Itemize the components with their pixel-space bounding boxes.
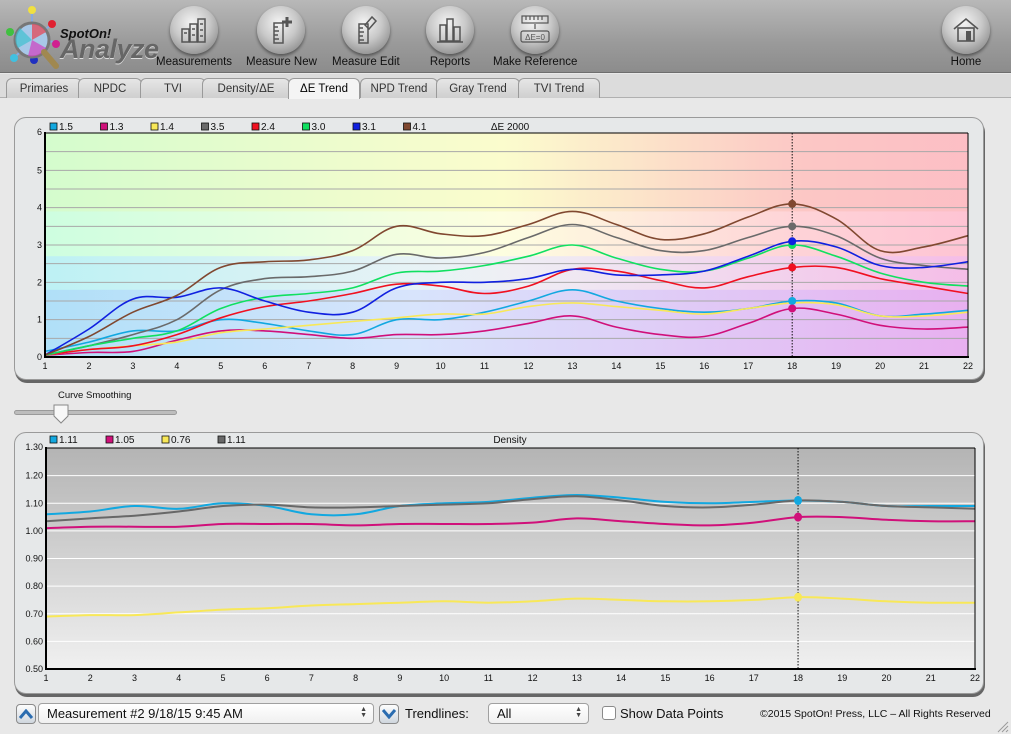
chevron-up-icon: [19, 709, 33, 719]
x-tick-label: 22: [970, 673, 980, 683]
y-tick-label: 0.50: [25, 664, 43, 674]
x-tick-label: 18: [793, 673, 803, 683]
previous-measurement-button[interactable]: [16, 704, 36, 724]
select-stepper-icon: ▲ ▼: [575, 706, 582, 719]
legend-swatch: [161, 435, 170, 444]
y-tick-label: 0.60: [25, 636, 43, 646]
x-tick-label: 10: [439, 673, 449, 683]
x-tick-label: 13: [572, 673, 582, 683]
x-tick-label: 15: [660, 673, 670, 683]
y-tick-label: 1.30: [25, 442, 43, 452]
measurement-select-value: Measurement #2 9/18/15 9:45 AM: [47, 706, 243, 721]
next-measurement-button[interactable]: [379, 704, 399, 724]
legend-label: 1.11: [59, 435, 78, 446]
chevron-down-icon: [382, 709, 396, 719]
copyright-text: ©2015 SpotOn! Press, LLC – All Rights Re…: [760, 708, 991, 720]
y-tick-label: 0.80: [25, 581, 43, 591]
chart-title: Density: [493, 435, 526, 446]
y-tick-label: 1.10: [25, 498, 43, 508]
resize-grip-icon[interactable]: [996, 720, 1009, 733]
selected-data-point: [794, 592, 803, 602]
show-data-points-checkbox[interactable]: [602, 706, 616, 720]
show-data-points-label: Show Data Points: [620, 706, 724, 721]
x-tick-label: 6: [265, 673, 270, 683]
legend-swatch: [105, 435, 114, 444]
select-stepper-icon: ▲ ▼: [360, 706, 367, 719]
x-tick-label: 12: [528, 673, 538, 683]
x-tick-label: 1: [43, 673, 48, 683]
x-tick-label: 16: [705, 673, 715, 683]
x-tick-label: 5: [220, 673, 225, 683]
measurement-select[interactable]: Measurement #2 9/18/15 9:45 AM ▲ ▼: [38, 703, 374, 724]
trendlines-select[interactable]: All ▲ ▼: [488, 703, 589, 724]
trendlines-select-value: All: [497, 706, 512, 721]
legend-swatch: [49, 435, 58, 444]
x-tick-label: 21: [926, 673, 936, 683]
legend-label: 1.05: [115, 435, 135, 446]
y-tick-label: 1.00: [25, 526, 43, 536]
x-tick-label: 20: [882, 673, 892, 683]
x-tick-label: 17: [749, 673, 759, 683]
y-tick-label: 0.70: [25, 609, 43, 619]
y-tick-label: 0.90: [25, 554, 43, 564]
x-tick-label: 8: [353, 673, 358, 683]
selected-data-point: [794, 512, 803, 522]
selected-data-point: [794, 495, 803, 505]
x-tick-label: 2: [88, 673, 93, 683]
density-trend-chart: 0.500.600.700.800.901.001.101.201.301 2 3 4…: [25, 435, 980, 683]
x-tick-label: 9: [397, 673, 402, 683]
y-tick-label: 1.20: [25, 471, 43, 481]
x-tick-label: 7: [309, 673, 314, 683]
tab-label: ΔE Trend: [300, 83, 348, 95]
x-tick-label: 3: [132, 673, 137, 683]
x-tick-label: 11: [484, 673, 493, 683]
trendlines-label: Trendlines:: [405, 706, 469, 721]
x-tick-label: 14: [616, 673, 626, 683]
legend-swatch: [217, 435, 226, 444]
x-tick-label: 19: [837, 673, 847, 683]
bottom-bar: Measurement #2 9/18/15 9:45 AM ▲ ▼ Trendl…: [0, 700, 1011, 734]
legend-label: 1.11: [227, 435, 246, 446]
tab-delta-e-trend[interactable]: ΔE Trend: [288, 78, 360, 99]
legend-label: 0.76: [171, 435, 191, 446]
x-tick-label: 4: [176, 673, 181, 683]
